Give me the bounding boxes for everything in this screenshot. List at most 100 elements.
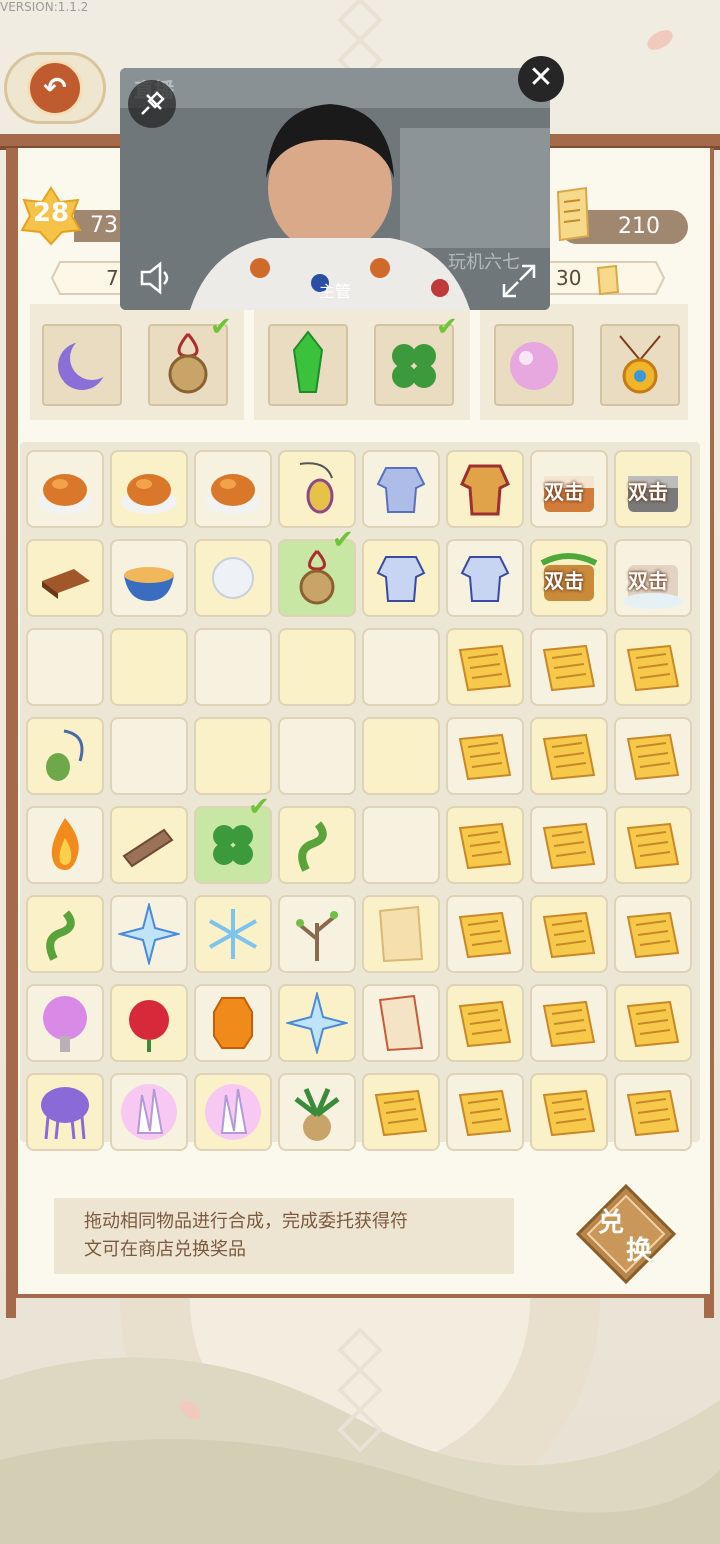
- grid-cell[interactable]: [362, 806, 440, 884]
- grid-cell[interactable]: [110, 1073, 188, 1151]
- grid-cell[interactable]: 双击: [614, 450, 692, 528]
- grid-cell[interactable]: [110, 628, 188, 706]
- grid-cell[interactable]: [110, 895, 188, 973]
- grid-cell[interactable]: [26, 450, 104, 528]
- fullscreen-button[interactable]: [500, 262, 538, 300]
- grid-cell[interactable]: [362, 450, 440, 528]
- grid-cell[interactable]: [362, 1073, 440, 1151]
- grid-cell[interactable]: [278, 806, 356, 884]
- blue-armor-2-icon: [460, 556, 510, 602]
- grid-cell[interactable]: [446, 1073, 524, 1151]
- grid-cell[interactable]: [614, 984, 692, 1062]
- grid-cell[interactable]: [530, 984, 608, 1062]
- grid-cell[interactable]: [26, 717, 104, 795]
- grid-cell[interactable]: [530, 1073, 608, 1151]
- grid-cell[interactable]: [446, 806, 524, 884]
- grid-cell[interactable]: [26, 1073, 104, 1151]
- grid-cell[interactable]: [362, 628, 440, 706]
- ice-star-icon: [286, 992, 348, 1054]
- grid-cell[interactable]: [446, 450, 524, 528]
- wood-log-icon: [122, 828, 174, 868]
- grid-cell[interactable]: [110, 806, 188, 884]
- grid-cell[interactable]: [194, 1073, 272, 1151]
- level-number: 28: [32, 198, 70, 228]
- grid-cell[interactable]: [278, 895, 356, 973]
- grid-cell[interactable]: [194, 539, 272, 617]
- scroll-icon: [626, 1089, 680, 1137]
- grid-cell[interactable]: [530, 717, 608, 795]
- ice-star-icon: [118, 903, 180, 965]
- branch-icon: [296, 911, 338, 961]
- grid-cell[interactable]: [530, 628, 608, 706]
- grid-cell[interactable]: 双击: [530, 450, 608, 528]
- mute-button[interactable]: [136, 258, 176, 298]
- green-crystal-icon: [292, 330, 324, 393]
- purple-jellyfish-icon: [41, 1087, 89, 1140]
- grid-cell[interactable]: [194, 984, 272, 1062]
- order-slot-2[interactable]: ✔: [148, 312, 232, 406]
- grid-cell[interactable]: [614, 1073, 692, 1151]
- grid-cell[interactable]: [278, 450, 356, 528]
- level-badge: 28: [18, 186, 84, 246]
- grid-cell[interactable]: [110, 450, 188, 528]
- grid-cell[interactable]: [614, 806, 692, 884]
- fullscreen-icon: [502, 264, 536, 298]
- grid-cell[interactable]: [26, 806, 104, 884]
- grid-cell[interactable]: [362, 717, 440, 795]
- grid-cell[interactable]: [446, 984, 524, 1062]
- grid-cell[interactable]: [362, 539, 440, 617]
- grid-cell[interactable]: [278, 717, 356, 795]
- roast-chicken-icon: [121, 474, 177, 514]
- grid-cell[interactable]: [362, 984, 440, 1062]
- grid-cell[interactable]: [446, 539, 524, 617]
- order-slot-4[interactable]: ✔: [374, 312, 458, 406]
- grid-cell[interactable]: [110, 984, 188, 1062]
- grid-cell[interactable]: ✔: [194, 792, 272, 884]
- grid-cell[interactable]: [530, 806, 608, 884]
- pin-icon: [141, 91, 165, 115]
- grid-cell[interactable]: [26, 628, 104, 706]
- scroll-icon: [458, 911, 512, 959]
- chocolate-icon: [42, 569, 90, 599]
- grid-cell[interactable]: ✔: [278, 525, 356, 617]
- grid-cell[interactable]: [614, 895, 692, 973]
- crystal-cluster-icon: [121, 1084, 177, 1140]
- grid-cell[interactable]: [278, 984, 356, 1062]
- checkmark-icon: ✔: [210, 312, 232, 342]
- grid-cell[interactable]: [194, 895, 272, 973]
- order-slot-6[interactable]: [600, 324, 680, 406]
- exchange-char-1: 兑: [598, 1208, 625, 1238]
- scroll-icon: [542, 911, 596, 959]
- grid-cell[interactable]: [446, 628, 524, 706]
- grid-cell[interactable]: [446, 717, 524, 795]
- grid-cell[interactable]: 双击: [530, 539, 608, 617]
- order-slot-5[interactable]: [494, 324, 574, 406]
- speaker-mute-icon: [140, 261, 169, 295]
- grid-cell[interactable]: [362, 895, 440, 973]
- grid-cell[interactable]: [278, 1073, 356, 1151]
- order-slot-1[interactable]: [42, 324, 122, 406]
- grid-cell[interactable]: [110, 717, 188, 795]
- exchange-button[interactable]: 兑 换: [574, 1182, 678, 1286]
- grid-cell[interactable]: [530, 895, 608, 973]
- crystal-cluster-icon: [205, 1084, 261, 1140]
- grid-cell[interactable]: [194, 450, 272, 528]
- order-slot-3[interactable]: [268, 324, 348, 406]
- grid-cell[interactable]: [110, 539, 188, 617]
- grid-cell[interactable]: [194, 717, 272, 795]
- snowflake-icon: [209, 909, 257, 959]
- grid-cell[interactable]: [446, 895, 524, 973]
- grid-cell[interactable]: [278, 628, 356, 706]
- grid-cell[interactable]: 双击: [614, 539, 692, 617]
- back-button[interactable]: ↶: [4, 52, 106, 124]
- pin-button[interactable]: [128, 80, 176, 128]
- grid-cell[interactable]: [614, 717, 692, 795]
- amber-gem-icon: [213, 997, 253, 1049]
- close-video-button[interactable]: ✕: [518, 56, 564, 102]
- video-overlay[interactable]: 直播 玩机六七 主管: [120, 68, 550, 310]
- grid-cell[interactable]: [26, 895, 104, 973]
- grid-cell[interactable]: [614, 628, 692, 706]
- grid-cell[interactable]: [26, 984, 104, 1062]
- grid-cell[interactable]: [26, 539, 104, 617]
- grid-cell[interactable]: [194, 628, 272, 706]
